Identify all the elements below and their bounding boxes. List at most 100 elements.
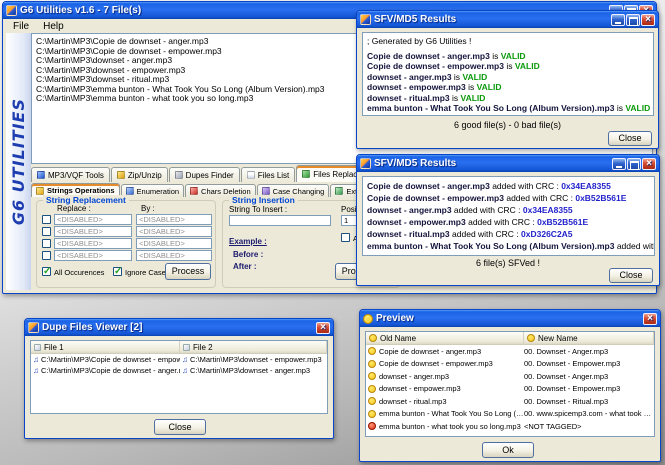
replacement-row: <DISABLED> <DISABLED> (37, 226, 215, 238)
maximize-icon[interactable] (626, 13, 640, 26)
music-file-icon: ♫ (33, 366, 39, 375)
mood-icon (368, 422, 376, 431)
by-field[interactable]: <DISABLED> (136, 214, 212, 225)
file-icon (34, 343, 41, 351)
append-checkbox[interactable] (341, 233, 350, 242)
dupe-titlebar[interactable]: Dupe Files Viewer [2] (25, 319, 333, 336)
maximize-icon[interactable] (627, 157, 641, 170)
close-button[interactable]: Close (609, 268, 653, 283)
dupe-list[interactable]: File 1 File 2 ♫ C:\Martin\MP3\Copie de do… (30, 340, 328, 414)
preview-list-header: Old Name New Name (366, 332, 654, 345)
before-label: Before : (233, 250, 264, 259)
by-field[interactable]: <DISABLED> (136, 226, 212, 237)
sfv-valid-line: downset - ritual.mp3 is VALID (367, 92, 486, 103)
preview-row[interactable]: downset - ritual.mp3 00. Downset - Ritua… (366, 395, 654, 408)
g6-logo: G6 UTILITIES (6, 33, 31, 290)
replace-field[interactable]: <DISABLED> (54, 226, 132, 237)
row-checkbox[interactable] (42, 227, 51, 236)
sfv-crc-line: Copie de downset - empower.mp3 added wit… (367, 193, 627, 203)
after-label: After : (233, 262, 257, 271)
menu-file[interactable]: File (7, 21, 35, 32)
app-icon (6, 5, 17, 16)
close-button[interactable]: Close (154, 419, 206, 435)
dupe-rows: ♫C:\Martin\MP3\Copie de downset - empowe… (31, 354, 327, 376)
close-icon[interactable] (642, 157, 656, 170)
desktop: { "main_window": { "title": "G6 Utilitie… (0, 0, 665, 465)
preview-row[interactable]: emma bunton - what took you so long.mp3 … (366, 420, 654, 433)
replace-label: Replace : (57, 204, 91, 213)
sfv-results-text[interactable]: ; Generated by G6 Utilities ! Copie de d… (362, 32, 654, 116)
minimize-icon[interactable] (611, 13, 625, 26)
case-changing-icon (261, 187, 270, 195)
subtab-enumeration[interactable]: Enumeration (120, 184, 185, 197)
by-field[interactable]: <DISABLED> (136, 238, 212, 249)
mood-icon (368, 397, 376, 406)
sfv-valid-line: Copie de downset - empower.mp3 is VALID (367, 61, 540, 71)
music-note-icon (37, 171, 45, 179)
sfv-window-icon (360, 158, 371, 169)
dupe-row[interactable]: ♫C:\Martin\MP3\Copie de downset - empowe… (31, 354, 327, 365)
replace-field[interactable]: <DISABLED> (54, 238, 132, 249)
replacement-row: <DISABLED> <DISABLED> (37, 238, 215, 250)
dupe-window-icon (28, 322, 39, 333)
sfv-crc-status: 6 file(s) SFVed ! (475, 258, 541, 268)
sfv-crc-list: Copie de downset - anger.mp3 added with … (367, 180, 654, 252)
close-icon[interactable] (643, 312, 657, 325)
insert-field[interactable] (229, 215, 331, 226)
col-file2[interactable]: File 2 (180, 341, 327, 353)
music-file-icon: ♫ (33, 355, 39, 364)
chars-deletion-icon (190, 187, 199, 195)
row-checkbox[interactable] (42, 215, 51, 224)
string-replacement-group: String Replacement Replace : By : <DISAB… (36, 195, 216, 288)
col-new-name[interactable]: New Name (524, 332, 654, 344)
preview-row[interactable]: downset - empower.mp3 00. Downset - Empo… (366, 383, 654, 396)
close-icon[interactable] (641, 13, 655, 26)
preview-list[interactable]: Old Name New Name Copie de downset - ang… (365, 331, 655, 437)
col-old-name[interactable]: Old Name (366, 332, 524, 344)
preview-row[interactable]: Copie de downset - empower.mp3 00. Downs… (366, 358, 654, 371)
ignore-case-checkbox[interactable] (113, 266, 122, 277)
sfv-crc-line: downset - ritual.mp3 added with CRC : 0x… (367, 229, 573, 239)
tab-mp3-vqf-tools[interactable]: MP3/VQF Tools (31, 167, 110, 182)
minimize-icon[interactable] (612, 157, 626, 170)
dupe-row[interactable]: ♫ C:\Martin\MP3\Copie de downset - anger.… (31, 365, 327, 376)
extension-icon (335, 187, 344, 195)
sfv-status: 6 good file(s) - 0 bad file(s) (453, 120, 562, 130)
preview-titlebar[interactable]: Preview (360, 310, 660, 327)
close-button[interactable]: Close (608, 131, 652, 146)
ok-button[interactable]: Ok (482, 442, 534, 458)
dupe-viewer-window: Dupe Files Viewer [2] File 1 File 2 ♫C:\… (24, 318, 334, 439)
sfv-titlebar[interactable]: SFV/MD5 Results (357, 11, 658, 28)
sfv-crc-title: SFV/MD5 Results (374, 158, 457, 169)
tab-files-list[interactable]: Files List (240, 167, 296, 182)
by-field[interactable]: <DISABLED> (136, 250, 212, 261)
replace-field[interactable]: <DISABLED> (54, 250, 132, 261)
ignore-case-label: Ignore Case (125, 268, 166, 277)
strings-icon (36, 186, 44, 195)
sfv-crc-line: Copie de downset - anger.mp3 added with … (367, 181, 611, 191)
all-occurrences-checkbox[interactable] (42, 266, 51, 277)
row-checkbox[interactable] (42, 239, 51, 248)
preview-rows: Copie de downset - anger.mp3 00. Downset… (366, 345, 654, 433)
mood-icon (368, 409, 376, 418)
sfv-crc-text[interactable]: Copie de downset - anger.mp3 added with … (362, 176, 655, 256)
replace-field[interactable]: <DISABLED> (54, 214, 132, 225)
row-checkbox[interactable] (42, 251, 51, 260)
menu-help[interactable]: Help (37, 21, 70, 32)
tab-zip-unzip[interactable]: Zip/Unzip (110, 167, 168, 182)
music-file-icon: ♫ (182, 366, 188, 375)
preview-row[interactable]: Copie de downset - anger.mp3 00. Downset… (366, 345, 654, 358)
preview-window: Preview Old Name New Name Copie de downs… (359, 309, 661, 462)
enumeration-icon (125, 187, 134, 195)
sfv-valid-line: downset - anger.mp3 is VALID (367, 71, 488, 82)
sfv-valid-list: Copie de downset - anger.mp3 is VALID Co… (367, 51, 650, 114)
process-button[interactable]: Process (165, 263, 211, 280)
zip-icon (116, 171, 125, 179)
preview-row[interactable]: emma bunton - What Took You So Long (Alb… (366, 408, 654, 421)
col-file1[interactable]: File 1 (31, 341, 180, 353)
close-icon[interactable] (316, 321, 330, 334)
tab-dupes-finder[interactable]: Dupes Finder (168, 167, 240, 182)
sfv-crc-titlebar[interactable]: SFV/MD5 Results (357, 155, 659, 172)
sfv-crc-line: downset - empower.mp3 added with CRC : 0… (367, 217, 589, 227)
preview-row[interactable]: downset - anger.mp3 00. Downset - Anger.… (366, 370, 654, 383)
